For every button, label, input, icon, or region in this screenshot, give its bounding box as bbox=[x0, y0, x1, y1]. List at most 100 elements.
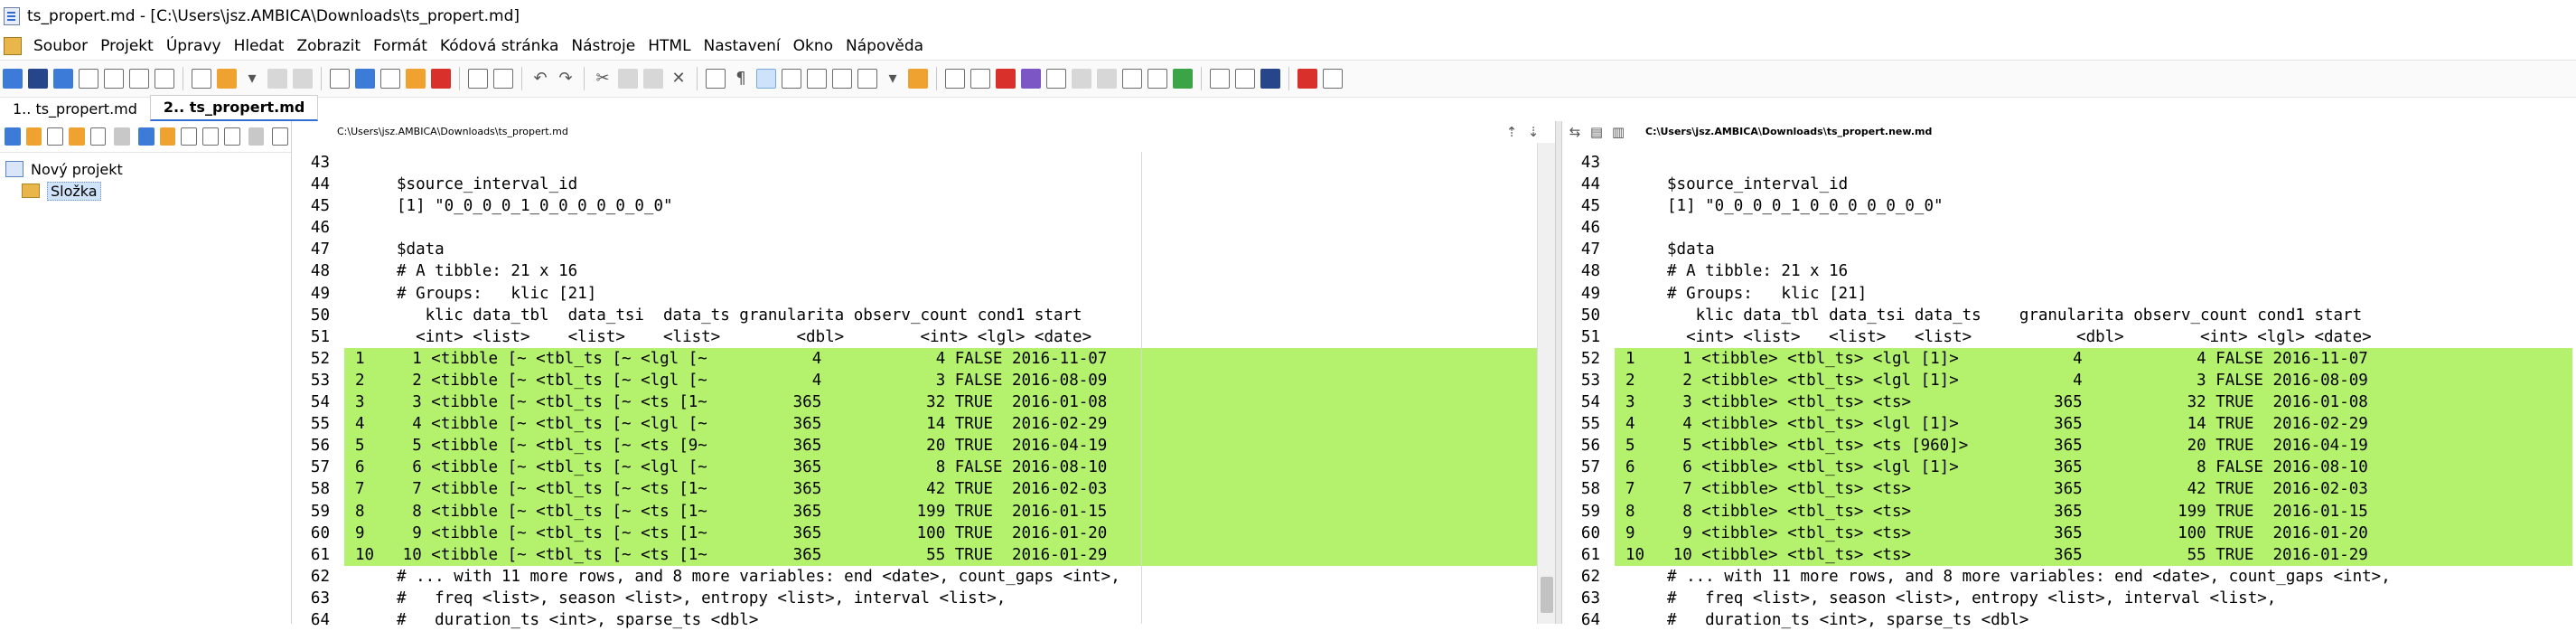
console-icon[interactable] bbox=[1260, 69, 1280, 89]
cut-icon[interactable]: ✂ bbox=[593, 69, 613, 89]
print-icon[interactable] bbox=[493, 69, 513, 89]
pane-splitter[interactable] bbox=[1555, 121, 1562, 624]
indent-icon[interactable] bbox=[945, 69, 965, 89]
record-macro-icon[interactable] bbox=[1297, 69, 1317, 89]
menu-nastaveni[interactable]: Nastavení bbox=[698, 33, 787, 60]
vertical-split-icon[interactable]: ▥ bbox=[1609, 123, 1627, 141]
chevron-down-icon[interactable]: ▾ bbox=[242, 69, 262, 89]
tab-ts-propert-1[interactable]: 1.. ts_propert.md bbox=[0, 98, 150, 121]
log-icon[interactable] bbox=[129, 69, 149, 89]
copy-tabs-icon[interactable] bbox=[3, 69, 23, 89]
add-file-icon[interactable] bbox=[181, 127, 197, 146]
menu-app-icon[interactable] bbox=[4, 37, 22, 55]
filter-icon[interactable] bbox=[1147, 69, 1167, 89]
line-number: 63 bbox=[310, 589, 330, 607]
table-icon[interactable] bbox=[970, 69, 990, 89]
copy-icon[interactable] bbox=[618, 69, 638, 89]
window-list-icon[interactable] bbox=[53, 69, 73, 89]
print-preview-icon[interactable] bbox=[468, 69, 488, 89]
menu-format[interactable]: Formát bbox=[367, 33, 434, 60]
delete-icon[interactable]: ✕ bbox=[669, 69, 688, 89]
add-project-icon[interactable] bbox=[137, 127, 155, 146]
run-icon[interactable] bbox=[1210, 69, 1230, 89]
menu-hledat[interactable]: Hledat bbox=[228, 33, 291, 60]
column-icon[interactable] bbox=[832, 69, 852, 89]
block-select-icon[interactable] bbox=[706, 69, 726, 89]
favorites-star-icon[interactable] bbox=[68, 127, 85, 146]
google-icon[interactable] bbox=[1173, 69, 1193, 89]
menu-zobrazit[interactable]: Zobrazit bbox=[290, 33, 367, 60]
horizontal-split-icon[interactable]: ▤ bbox=[1588, 123, 1606, 141]
code-line: # Groups: klic [21] bbox=[1667, 284, 1868, 303]
line-number: 51 bbox=[310, 327, 330, 346]
word-wrap-icon[interactable] bbox=[756, 69, 776, 89]
ruler-icon[interactable] bbox=[807, 69, 827, 89]
tree-node-label: Nový projekt bbox=[31, 160, 123, 178]
menu-nastroje[interactable]: Nástroje bbox=[565, 33, 642, 60]
folder-icon[interactable] bbox=[25, 127, 42, 146]
stop-icon[interactable] bbox=[996, 69, 1016, 89]
search-icon[interactable] bbox=[330, 69, 350, 89]
hex-icon[interactable] bbox=[857, 69, 877, 89]
remove-icon[interactable] bbox=[201, 127, 219, 146]
menu-html[interactable]: HTML bbox=[642, 33, 697, 60]
paste-icon[interactable] bbox=[643, 69, 663, 89]
marker-icon[interactable] bbox=[431, 69, 451, 89]
line-number: 44 bbox=[310, 175, 330, 194]
prev-diff-icon[interactable]: ⇡ bbox=[1503, 123, 1521, 141]
menu-bar: Soubor Projekt Úpravy Hledat Zobrazit Fo… bbox=[0, 33, 2576, 60]
image-icon[interactable] bbox=[1046, 69, 1066, 89]
menu-napoveda[interactable]: Nápověda bbox=[839, 33, 930, 60]
validate-icon[interactable] bbox=[1122, 69, 1142, 89]
menu-okno[interactable]: Okno bbox=[787, 33, 839, 60]
terminal-icon[interactable] bbox=[1235, 69, 1255, 89]
settings-icon[interactable] bbox=[1323, 69, 1343, 89]
project-manager-icon[interactable] bbox=[5, 127, 21, 146]
html-tidy-icon[interactable] bbox=[1072, 69, 1091, 89]
add-folder-icon[interactable] bbox=[159, 127, 176, 146]
redo-icon[interactable]: ↷ bbox=[556, 69, 576, 89]
menu-kodova-stranka[interactable]: Kódová stránka bbox=[434, 33, 565, 60]
sync-icon[interactable]: ⇆ bbox=[1566, 123, 1584, 141]
bookmark-icon[interactable] bbox=[406, 69, 426, 89]
next-diff-icon[interactable]: ⇣ bbox=[1524, 123, 1542, 141]
find-in-files-icon[interactable] bbox=[782, 69, 801, 89]
menu-soubor[interactable]: Soubor bbox=[27, 33, 94, 60]
line-number: 61 bbox=[310, 545, 330, 564]
tab-ts-propert-2[interactable]: 2.. ts_propert.md bbox=[149, 95, 319, 121]
menu-projekt[interactable]: Projekt bbox=[94, 33, 160, 60]
left-file-path: C:\Users\jsz.AMBICA\Downloads\ts_propert… bbox=[337, 126, 568, 137]
split-icon[interactable] bbox=[155, 69, 174, 89]
tag-icon[interactable] bbox=[1097, 69, 1117, 89]
project-icon[interactable] bbox=[28, 69, 48, 89]
braces-icon[interactable] bbox=[380, 69, 400, 89]
open-folder-icon[interactable] bbox=[217, 69, 237, 89]
sync-scroll-icon[interactable] bbox=[908, 69, 928, 89]
compare-icon[interactable] bbox=[104, 69, 124, 89]
properties-icon[interactable] bbox=[223, 127, 240, 146]
explorer-icon[interactable] bbox=[47, 127, 63, 146]
pilcrow-icon[interactable]: ¶ bbox=[731, 69, 751, 89]
tools-icon[interactable] bbox=[272, 127, 289, 146]
diff-line: 4 4 <tibble [~ <tbl_ts [~ <lgl [~ 365 14… bbox=[344, 413, 1537, 436]
tree-node-folder[interactable]: Složka bbox=[0, 180, 291, 202]
tree-node-project[interactable]: Nový projekt bbox=[0, 158, 291, 180]
save-all-icon[interactable] bbox=[293, 69, 313, 89]
left-vertical-scrollbar[interactable] bbox=[1537, 143, 1556, 624]
window-icon[interactable] bbox=[89, 127, 107, 146]
new-file-icon[interactable] bbox=[192, 69, 211, 89]
menu-upravy[interactable]: Úpravy bbox=[160, 33, 228, 60]
left-diff-pane: C:\Users\jsz.AMBICA\Downloads\ts_propert… bbox=[292, 121, 1556, 629]
color-wheel-icon[interactable] bbox=[1021, 69, 1041, 89]
toolbar-separator bbox=[114, 127, 130, 146]
undo-icon[interactable]: ↶ bbox=[530, 69, 550, 89]
line-number: 44 bbox=[1580, 175, 1600, 194]
save-icon[interactable] bbox=[267, 69, 287, 89]
dropdown-icon[interactable] bbox=[79, 69, 98, 89]
right-code-area[interactable]: $source_interval_id [1] "0_0_0_0_1_0_0_0_… bbox=[1615, 152, 2572, 629]
code-line: # freq <list>, season <list>, entropy <l… bbox=[397, 589, 1007, 607]
chevron-down-icon[interactable]: ▾ bbox=[883, 69, 903, 89]
scrollbar-thumb[interactable] bbox=[1541, 577, 1553, 613]
left-code-area[interactable]: $source_interval_id [1] "0_0_0_0_1_0_0_0_… bbox=[344, 152, 1537, 629]
replace-icon[interactable] bbox=[355, 69, 375, 89]
